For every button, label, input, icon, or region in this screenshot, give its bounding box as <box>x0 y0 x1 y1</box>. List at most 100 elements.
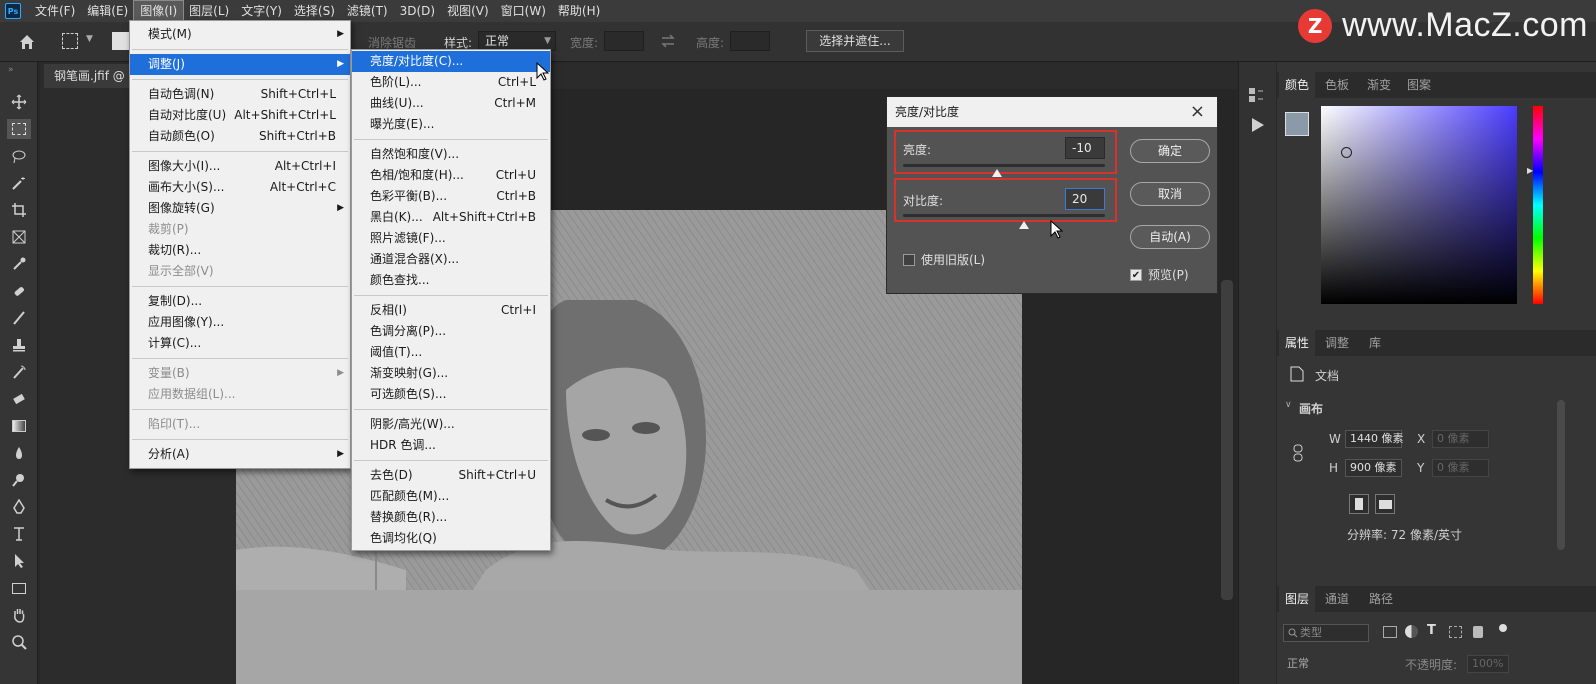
menu-item[interactable]: 黑白(K)... Alt+Shift+Ctrl+B <box>352 207 550 228</box>
menu-item[interactable]: 自动颜色(O) Shift+Ctrl+B <box>130 126 350 147</box>
link-icon[interactable] <box>1293 444 1303 462</box>
path-selection-tool-icon[interactable] <box>7 551 31 571</box>
collapse-icon[interactable]: » <box>8 65 14 75</box>
opacity-field[interactable]: 100% <box>1467 655 1509 673</box>
contrast-input[interactable]: 20 <box>1065 188 1105 210</box>
home-icon[interactable] <box>18 33 36 51</box>
menu-item[interactable]: 照片滤镜(F)... <box>352 228 550 249</box>
panel-tab[interactable]: 渐变 <box>1367 72 1391 98</box>
canvas-scrollbar[interactable] <box>1221 280 1233 600</box>
filter-toggle-icon[interactable] <box>1499 624 1507 632</box>
menu-item[interactable]: 裁切(R)... <box>130 240 350 261</box>
history-panel-icon[interactable] <box>1247 86 1265 104</box>
frame-tool-icon[interactable] <box>7 227 31 247</box>
crop-tool-icon[interactable] <box>7 200 31 220</box>
panel-tab[interactable]: 库 <box>1369 330 1381 356</box>
color-picker-cursor-icon[interactable] <box>1341 147 1352 158</box>
menu-item[interactable]: 滤镜(T) <box>341 1 394 21</box>
hand-tool-icon[interactable] <box>7 605 31 625</box>
menu-item[interactable]: 色调均化(Q) <box>352 528 550 549</box>
menu-item[interactable]: 自然饱和度(V)... <box>352 144 550 165</box>
shape-layer-filter-icon[interactable] <box>1449 626 1462 638</box>
dialog-title-bar[interactable]: 亮度/对比度 × <box>887 97 1217 127</box>
menu-item[interactable]: 复制(D)... <box>130 291 350 312</box>
portrait-orientation-icon[interactable] <box>1349 494 1369 514</box>
history-brush-tool-icon[interactable] <box>7 362 31 382</box>
menu-item[interactable]: 去色(D) Shift+Ctrl+U <box>352 465 550 486</box>
swap-icon[interactable] <box>660 34 676 48</box>
menu-item[interactable]: 曲线(U)... Ctrl+M <box>352 93 550 114</box>
cancel-button[interactable]: 取消 <box>1130 182 1210 206</box>
height-input[interactable] <box>730 31 770 51</box>
properties-scrollbar[interactable] <box>1557 400 1565 550</box>
blend-mode-select[interactable]: 正常 <box>1283 656 1369 674</box>
foreground-color-swatch[interactable] <box>1285 112 1309 136</box>
select-and-mask-button[interactable]: 选择并遮住... <box>806 30 904 52</box>
menu-item[interactable]: 视图(V) <box>441 1 495 21</box>
smart-object-filter-icon[interactable] <box>1473 626 1483 638</box>
adjustment-layer-filter-icon[interactable] <box>1405 625 1418 638</box>
pixel-layer-filter-icon[interactable] <box>1383 626 1397 638</box>
menu-item[interactable]: 色阶(L)... Ctrl+L <box>352 72 550 93</box>
landscape-orientation-icon[interactable] <box>1375 494 1395 514</box>
menu-item[interactable]: 3D(D) <box>394 1 441 21</box>
menu-item[interactable]: 文字(Y) <box>235 1 288 21</box>
menu-item[interactable]: 编辑(E) <box>81 1 134 21</box>
panel-tab[interactable]: 路径 <box>1369 586 1393 612</box>
menu-item[interactable]: 窗口(W) <box>495 1 552 21</box>
menu-item[interactable]: 图像(I) <box>133 0 185 22</box>
menu-item[interactable]: 反相(I) Ctrl+I <box>352 300 550 321</box>
menu-item[interactable]: 色调分离(P)... <box>352 321 550 342</box>
type-layer-filter-icon[interactable]: T <box>1427 623 1436 638</box>
menu-item[interactable]: 计算(C)... <box>130 333 350 354</box>
menu-item[interactable]: 画布大小(S)... Alt+Ctrl+C <box>130 177 350 198</box>
chevron-down-icon[interactable]: ▼ <box>86 34 93 44</box>
color-picker-field[interactable] <box>1321 106 1517 304</box>
menu-item[interactable]: 自动色调(N) Shift+Ctrl+L <box>130 84 350 105</box>
brush-tool-icon[interactable] <box>7 308 31 328</box>
menu-item[interactable]: 替换颜色(R)... <box>352 507 550 528</box>
panel-tab[interactable]: 通道 <box>1325 586 1349 612</box>
menu-item[interactable]: 阈值(T)... <box>352 342 550 363</box>
menu-item[interactable]: 颜色查找... <box>352 270 550 291</box>
panel-tab[interactable]: 图案 <box>1407 72 1431 98</box>
move-tool-icon[interactable] <box>7 92 31 112</box>
preview-checkbox[interactable]: ✔ <box>1130 269 1142 281</box>
contrast-slider-track[interactable] <box>903 214 1105 217</box>
menu-item[interactable]: 调整(J) ▶ <box>130 54 350 75</box>
ok-button[interactable]: 确定 <box>1130 139 1210 163</box>
magic-wand-tool-icon[interactable] <box>7 173 31 193</box>
menu-item[interactable]: 通道混合器(X)... <box>352 249 550 270</box>
dodge-tool-icon[interactable] <box>7 470 31 490</box>
menu-item[interactable]: 匹配颜色(M)... <box>352 486 550 507</box>
type-tool-icon[interactable] <box>7 524 31 544</box>
menu-item[interactable]: 帮助(H) <box>552 1 606 21</box>
panel-tab[interactable]: 属性 <box>1279 330 1316 356</box>
clone-stamp-tool-icon[interactable] <box>7 335 31 355</box>
menu-item[interactable]: 渐变映射(G)... <box>352 363 550 384</box>
chevron-down-icon[interactable]: ∨ <box>1285 400 1292 410</box>
panel-tab[interactable]: 图层 <box>1279 586 1316 612</box>
eraser-tool-icon[interactable] <box>7 389 31 409</box>
gradient-tool-icon[interactable] <box>7 416 31 436</box>
menu-item[interactable]: 应用图像(Y)... <box>130 312 350 333</box>
marquee-preset-icon[interactable] <box>62 33 78 49</box>
menu-item[interactable]: 分析(A) ▶ <box>130 444 350 465</box>
menu-item[interactable]: 选择(S) <box>288 1 341 21</box>
brightness-slider-thumb[interactable] <box>992 169 1002 177</box>
eyedropper-tool-icon[interactable] <box>7 254 31 274</box>
panel-tab[interactable]: 颜色 <box>1279 72 1316 98</box>
contrast-slider-thumb[interactable] <box>1019 221 1029 229</box>
brightness-input[interactable]: -10 <box>1065 137 1105 159</box>
pen-tool-icon[interactable] <box>7 497 31 517</box>
menu-item[interactable]: 图像旋转(G) ▶ <box>130 198 350 219</box>
rectangle-tool-icon[interactable] <box>7 578 31 598</box>
panel-tab[interactable]: 色板 <box>1325 72 1349 98</box>
menu-item[interactable]: 模式(M) ▶ <box>130 24 350 45</box>
menu-item[interactable]: 亮度/对比度(C)... <box>352 51 550 72</box>
legacy-checkbox[interactable] <box>903 254 915 266</box>
close-icon[interactable]: × <box>1190 97 1205 127</box>
canvas-x-field[interactable]: 0 像素 <box>1432 430 1489 448</box>
menu-item[interactable]: 色彩平衡(B)... Ctrl+B <box>352 186 550 207</box>
hue-pointer-icon[interactable]: ▶ <box>1527 166 1533 175</box>
